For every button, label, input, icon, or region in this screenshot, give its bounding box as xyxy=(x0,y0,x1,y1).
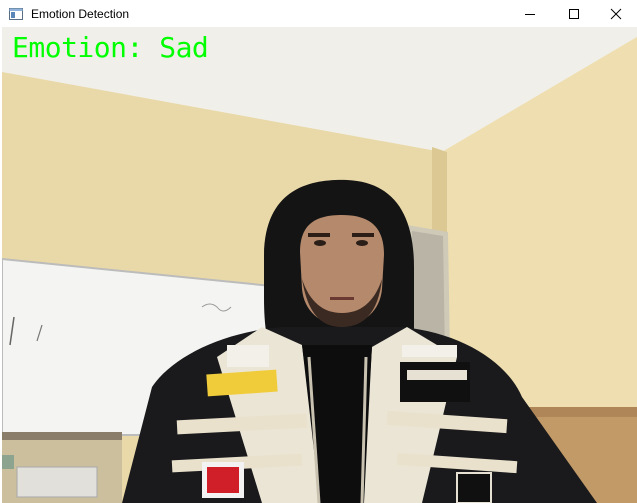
camera-frame-image xyxy=(2,27,637,503)
maximize-button[interactable] xyxy=(551,0,596,27)
minimize-button[interactable] xyxy=(507,0,552,27)
webcam-feed: Emotion: Sad xyxy=(2,27,637,503)
maximize-icon xyxy=(568,8,579,19)
title-bar[interactable]: Emotion Detection xyxy=(0,0,637,27)
emotion-label: Emotion: Sad xyxy=(12,31,209,64)
emotion-detection-window: Emotion Detection Emotion: Sad xyxy=(0,0,637,503)
minimize-icon xyxy=(524,13,535,15)
close-icon xyxy=(610,8,622,19)
close-button[interactable] xyxy=(595,0,637,27)
app-window-icon xyxy=(8,6,24,22)
